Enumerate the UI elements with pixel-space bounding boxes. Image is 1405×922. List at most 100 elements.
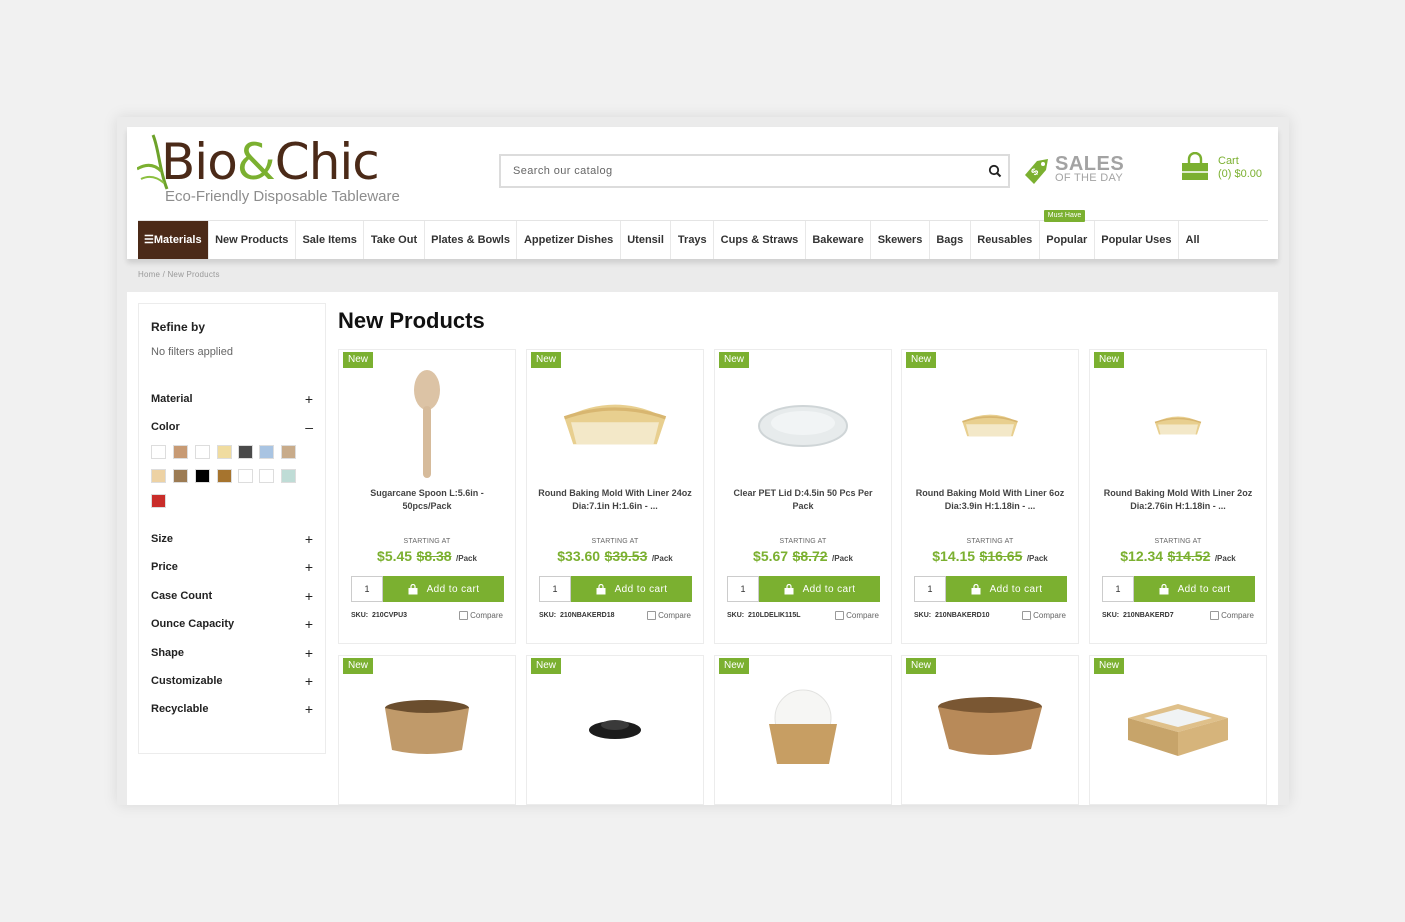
site-logo[interactable]: Bio&Chic Eco-Friendly Disposable Tablewa… [137,129,427,209]
nav-skewers[interactable]: Skewers [871,221,930,259]
product-card[interactable]: New Round Baking Mold With Liner 6oz Dia:… [901,349,1079,644]
compare-checkbox[interactable]: Compare [1022,611,1066,620]
quantity-input[interactable]: 1 [914,576,946,602]
color-swatch[interactable] [238,445,253,459]
color-swatch[interactable] [195,469,210,483]
nav-new-products[interactable]: New Products [209,221,296,259]
facet-ounce-capacity[interactable]: Ounce Capacity + [151,616,313,632]
compare-checkbox[interactable]: Compare [835,611,879,620]
spoon-icon [407,368,447,488]
new-badge: New [343,352,374,368]
facet-recyclable[interactable]: Recyclable + [151,701,313,717]
add-to-cart-button[interactable]: Add to cart [759,576,880,602]
nav-bakeware[interactable]: Bakeware [806,221,872,259]
color-swatch[interactable] [151,494,166,508]
facet-material[interactable]: Material + [151,391,313,407]
product-image[interactable] [339,670,515,790]
cart-link[interactable]: Cart (0) $0.00 [1180,152,1270,186]
quantity-input[interactable]: 1 [539,576,571,602]
product-card[interactable]: New Sugarcane Spoon L:5.6in - 50pcs/Pack S… [338,349,516,644]
main-content: Refine by No filters applied Material + C… [127,292,1278,805]
product-card[interactable]: New [901,655,1079,805]
compare-checkbox[interactable]: Compare [1210,611,1254,620]
product-price: $5.45 $8.38 /Pack [339,548,515,566]
baking-mold-icon [1153,412,1203,445]
product-card[interactable]: New [1089,655,1267,805]
product-image[interactable] [339,368,515,488]
color-swatch[interactable] [151,469,166,483]
search-bar [499,154,1010,188]
product-image[interactable] [527,368,703,488]
nav-materials[interactable]: ☰Materials [138,221,209,259]
facet-case-count[interactable]: Case Count + [151,588,313,604]
starting-at-label: STARTING AT [403,538,451,545]
product-image[interactable] [715,670,891,790]
nav-popular[interactable]: Must Have Popular [1040,210,1095,259]
color-swatch[interactable] [195,445,210,459]
quantity-input[interactable]: 1 [1102,576,1134,602]
expand-icon: + [304,531,313,547]
color-swatch[interactable] [281,469,296,483]
product-name[interactable]: Round Baking Mold With Liner 24oz Dia:7.… [537,487,693,513]
nav-plates-bowls[interactable]: Plates & Bowls [425,221,518,259]
facet-shape[interactable]: Shape + [151,645,313,661]
logo-wordmark: Bio&Chic [161,133,380,191]
add-to-cart-button[interactable]: Add to cart [383,576,504,602]
nav-bags[interactable]: Bags [930,221,971,259]
product-image[interactable] [1090,368,1266,488]
color-swatch[interactable] [217,445,232,459]
product-card[interactable]: New Round Baking Mold With Liner 2oz Dia:… [1089,349,1267,644]
nav-cups-straws[interactable]: Cups & Straws [714,221,806,259]
nav-trays[interactable]: Trays [671,221,715,259]
expand-icon: + [304,673,313,689]
facet-color[interactable]: Color – [151,419,313,435]
nav-reusables[interactable]: Reusables [971,221,1040,259]
product-name[interactable]: Clear PET Lid D:4.5in 50 Pcs Per Pack [725,487,881,513]
regular-price: $8.72 [792,548,828,564]
sales-of-the-day-link[interactable]: $ SALES OF THE DAY [1021,153,1131,187]
compare-checkbox[interactable]: Compare [459,611,503,620]
color-swatch[interactable] [281,445,296,459]
facet-customizable[interactable]: Customizable + [151,673,313,689]
product-card[interactable]: New [526,655,704,805]
cart-label: Cart [1218,155,1239,167]
product-card[interactable]: New Round Baking Mold With Liner 24oz Dia… [526,349,704,644]
add-to-cart-button[interactable]: Add to cart [946,576,1067,602]
product-name[interactable]: Sugarcane Spoon L:5.6in - 50pcs/Pack [349,487,505,513]
product-image[interactable] [902,670,1078,790]
product-image[interactable] [527,670,703,790]
color-swatch[interactable] [217,469,232,483]
nav-take-out[interactable]: Take Out [364,221,425,259]
color-swatch[interactable] [259,445,274,459]
nav-sale-items[interactable]: Sale Items [296,221,365,259]
compare-checkbox[interactable]: Compare [647,611,691,620]
nav-appetizer-dishes[interactable]: Appetizer Dishes [517,221,621,259]
product-card[interactable]: New [714,655,892,805]
site-header: Bio&Chic Eco-Friendly Disposable Tablewa… [127,127,1278,259]
quantity-input[interactable]: 1 [351,576,383,602]
color-swatch[interactable] [259,469,274,483]
menu-icon: ☰ [144,234,154,246]
nav-popular-uses[interactable]: Popular Uses [1095,221,1180,259]
add-to-cart-button[interactable]: Add to cart [1134,576,1255,602]
color-swatch[interactable] [173,445,188,459]
search-icon[interactable] [988,164,1002,178]
nav-utensil[interactable]: Utensil [621,221,672,259]
facet-size[interactable]: Size + [151,531,313,547]
search-input[interactable] [501,156,961,186]
color-swatch[interactable] [151,445,166,459]
breadcrumb-home[interactable]: Home [138,270,160,279]
color-swatch[interactable] [238,469,253,483]
product-image[interactable] [715,368,891,488]
nav-all[interactable]: All [1179,221,1206,259]
product-name[interactable]: Round Baking Mold With Liner 2oz Dia:2.7… [1100,487,1256,513]
facet-price[interactable]: Price + [151,559,313,575]
product-card[interactable]: New [338,655,516,805]
product-image[interactable] [1090,670,1266,790]
add-to-cart-button[interactable]: Add to cart [571,576,692,602]
product-card[interactable]: New Clear PET Lid D:4.5in 50 Pcs Per Pack… [714,349,892,644]
product-name[interactable]: Round Baking Mold With Liner 6oz Dia:3.9… [912,487,1068,513]
color-swatch[interactable] [173,469,188,483]
quantity-input[interactable]: 1 [727,576,759,602]
product-image[interactable] [902,368,1078,488]
